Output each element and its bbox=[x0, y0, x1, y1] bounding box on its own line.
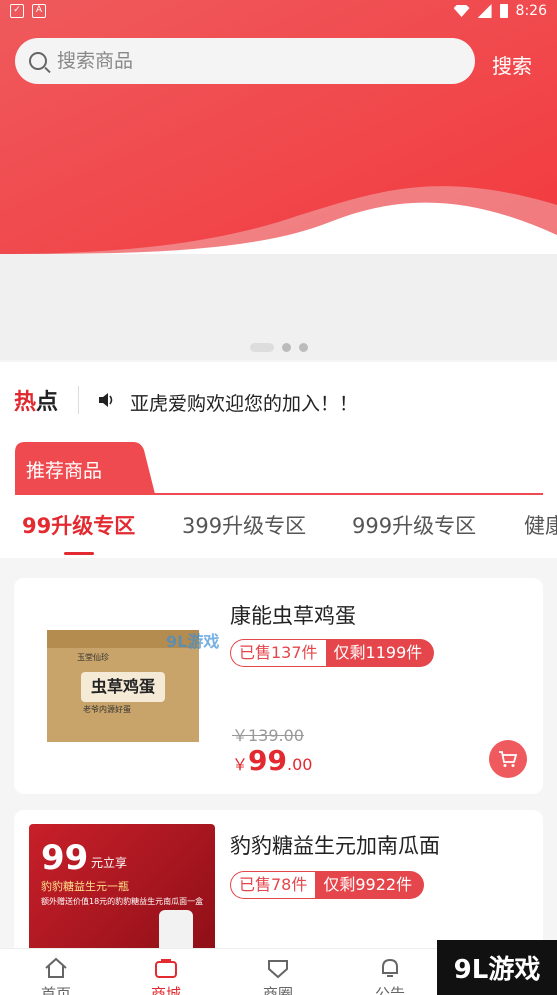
sold-count: 已售137件 bbox=[230, 639, 326, 667]
speaker-icon bbox=[99, 393, 113, 407]
carousel-indicator bbox=[250, 343, 308, 352]
nav-mall[interactable]: 商城 bbox=[126, 957, 206, 995]
search-bar[interactable] bbox=[15, 38, 475, 84]
product-title[interactable]: 康能虫草鸡蛋 bbox=[230, 600, 356, 630]
stock-tag: 已售78件 仅剩9922件 bbox=[230, 871, 425, 899]
image-label: 虫草鸡蛋 bbox=[81, 672, 165, 702]
battery-icon bbox=[499, 4, 508, 18]
promo-subtitle: 豹豹糖益生元一瓶 bbox=[41, 880, 129, 893]
search-button[interactable]: 搜索 bbox=[492, 50, 532, 79]
check-notification-icon: ✓ bbox=[10, 4, 24, 18]
image-sub: 老爷内源好蛋 bbox=[83, 705, 131, 714]
recommend-tab-label[interactable]: 推荐商品 bbox=[26, 456, 102, 483]
carousel-dot[interactable] bbox=[282, 343, 291, 352]
sale-price: ￥99.00 bbox=[232, 744, 312, 777]
notice-icon bbox=[382, 958, 398, 977]
recommend-section: 推荐商品 99升级专区 399升级专区 999升级专区 健康 bbox=[0, 440, 557, 558]
product-card[interactable]: 玉堂仙珍 虫草鸡蛋 老爷内源好蛋 康能虫草鸡蛋 已售137件 仅剩1199件 ￥… bbox=[14, 578, 543, 794]
image-brand: 玉堂仙珍 bbox=[77, 653, 109, 662]
price-currency: ￥ bbox=[232, 755, 249, 774]
news-bar[interactable]: 热点 亚虎爱购欢迎您的加入！！ bbox=[0, 362, 557, 440]
wifi-icon bbox=[453, 5, 470, 17]
price-integer: 99 bbox=[248, 744, 287, 777]
watermark-logo: 9L游戏 bbox=[437, 940, 557, 995]
product-title[interactable]: 豹豹糖益生元加南瓜面 bbox=[230, 830, 440, 860]
watermark-overlay: 9L游戏 bbox=[166, 632, 220, 651]
status-time: 8:26 bbox=[515, 3, 547, 19]
search-icon bbox=[29, 52, 47, 70]
nav-circle[interactable]: 商圈 bbox=[238, 957, 318, 995]
circle-icon bbox=[268, 960, 288, 979]
tab-99-upgrade[interactable]: 99升级专区 bbox=[22, 510, 135, 540]
status-bar: ✓ A 8:26 bbox=[0, 0, 557, 26]
active-tab-indicator bbox=[64, 552, 94, 555]
category-tabs: 99升级专区 399升级专区 999升级专区 健康 bbox=[0, 510, 557, 556]
app-notification-icon: A bbox=[32, 4, 46, 18]
nav-circle-label: 商圈 bbox=[262, 985, 293, 995]
hot-label-red: 热 bbox=[14, 390, 37, 415]
add-to-cart-button[interactable] bbox=[489, 740, 527, 778]
cart-icon bbox=[499, 751, 518, 767]
product-image[interactable]: 99 元立享 豹豹糖益生元一瓶 额外赠送价值18元的豹豹糖益生元南瓜面一盒 bbox=[29, 824, 215, 954]
home-icon bbox=[45, 957, 67, 978]
promo-text: 元立享 bbox=[91, 856, 128, 870]
tab-health[interactable]: 健康 bbox=[524, 510, 557, 540]
nav-notice-label: 公告 bbox=[374, 985, 405, 995]
promo-price: 99 bbox=[41, 838, 89, 878]
nav-mall-label: 商城 bbox=[150, 985, 181, 995]
remaining-count: 仅剩1199件 bbox=[325, 639, 435, 667]
product-card[interactable]: 99 元立享 豹豹糖益生元一瓶 额外赠送价值18元的豹豹糖益生元南瓜面一盒 豹豹… bbox=[14, 810, 543, 960]
stock-tag: 已售137件 仅剩1199件 bbox=[230, 639, 435, 667]
remaining-count: 仅剩9922件 bbox=[315, 871, 425, 899]
carousel-dot[interactable] bbox=[299, 343, 308, 352]
tab-399-upgrade[interactable]: 399升级专区 bbox=[182, 510, 306, 540]
original-price: ￥139.00 bbox=[232, 726, 304, 745]
search-input[interactable] bbox=[57, 50, 437, 72]
mall-icon bbox=[155, 959, 177, 978]
signal-icon bbox=[477, 4, 492, 18]
divider bbox=[78, 386, 79, 414]
hot-logo: 热点 bbox=[14, 384, 58, 416]
carousel-dot[interactable] bbox=[250, 343, 274, 352]
sold-count: 已售78件 bbox=[230, 871, 316, 899]
news-text[interactable]: 亚虎爱购欢迎您的加入！！ bbox=[130, 389, 358, 416]
recommend-divider bbox=[15, 493, 543, 495]
hot-label-black: 点 bbox=[36, 390, 59, 415]
tab-999-upgrade[interactable]: 999升级专区 bbox=[352, 510, 476, 540]
price-decimal: .00 bbox=[286, 755, 313, 774]
nav-notice[interactable]: 公告 bbox=[350, 957, 430, 995]
promo-note: 额外赠送价值18元的豹豹糖益生元南瓜面一盒 bbox=[41, 897, 204, 906]
nav-home[interactable]: 首页 bbox=[16, 957, 96, 995]
nav-home-label: 首页 bbox=[40, 985, 71, 995]
